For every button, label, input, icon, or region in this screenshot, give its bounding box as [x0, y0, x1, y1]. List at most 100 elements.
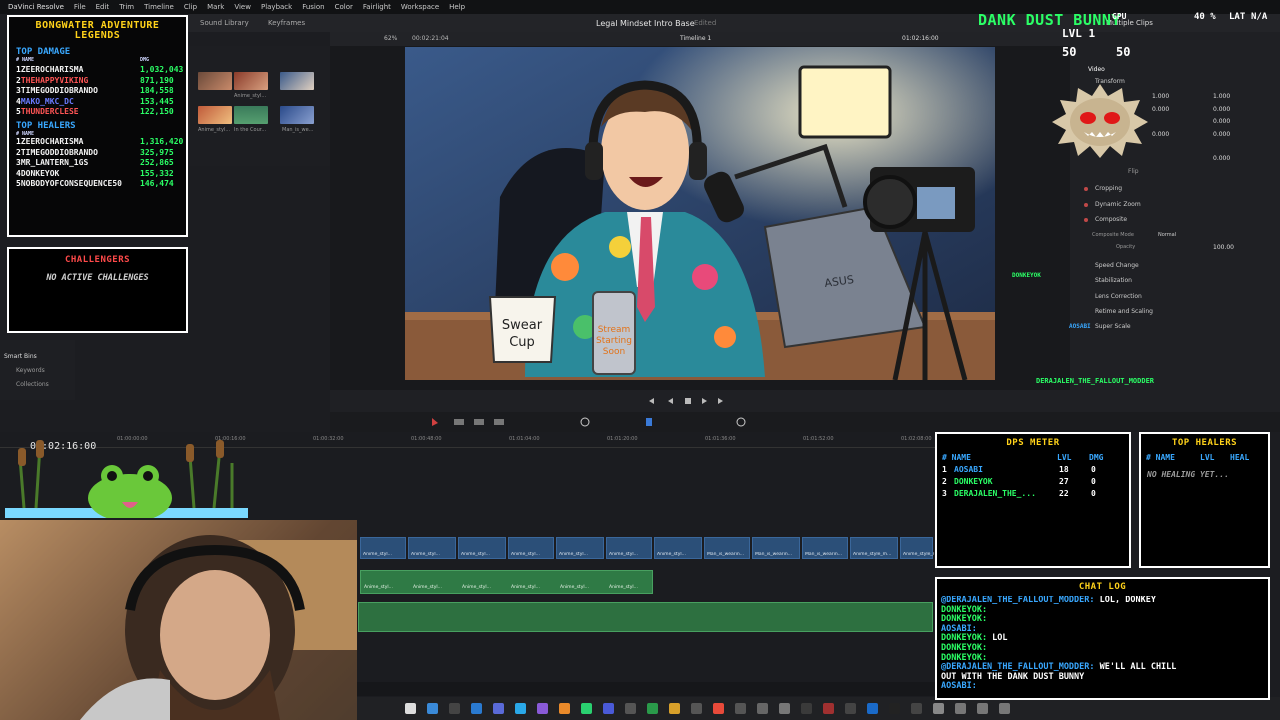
zoom-icon[interactable] [736, 417, 746, 427]
taskbar-app-icon[interactable] [801, 703, 812, 714]
cropping-section[interactable]: Cropping [1095, 185, 1122, 192]
taskbar-app-icon[interactable] [647, 703, 658, 714]
anchor-y-value[interactable]: 0.000 [1213, 131, 1230, 138]
taskbar-app-icon[interactable] [625, 703, 636, 714]
media-thumb[interactable] [234, 72, 268, 90]
video-clip[interactable]: Anime_styl... [360, 537, 406, 559]
menu-clip[interactable]: Clip [179, 3, 202, 11]
taskbar-app-icon[interactable] [757, 703, 768, 714]
anchor-x-value[interactable]: 0.000 [1152, 131, 1169, 138]
trim-tool-icon[interactable] [454, 419, 464, 425]
taskbar-app-icon[interactable] [977, 703, 988, 714]
inspector-tab-video[interactable]: Video [1088, 66, 1105, 73]
retime-scaling-section[interactable]: Retime and Scaling [1095, 308, 1153, 315]
taskbar-app-icon[interactable] [559, 703, 570, 714]
taskbar-app-icon[interactable] [779, 703, 790, 714]
taskbar-app-icon[interactable] [999, 703, 1010, 714]
menu-fairlight[interactable]: Fairlight [358, 3, 396, 11]
taskbar-app-icon[interactable] [669, 703, 680, 714]
taskbar-app-icon[interactable] [735, 703, 746, 714]
selection-tool-icon[interactable] [432, 418, 438, 426]
video-clip[interactable]: Anime_style_m... [900, 537, 934, 559]
play-icon[interactable] [702, 398, 707, 404]
taskbar-app-icon[interactable] [823, 703, 834, 714]
lens-correction-section[interactable]: Lens Correction [1095, 293, 1142, 300]
taskbar-app-icon[interactable] [713, 703, 724, 714]
taskbar-app-icon[interactable] [955, 703, 966, 714]
video-clip[interactable]: Anime_styl... [606, 537, 652, 559]
taskbar-app-icon[interactable] [427, 703, 438, 714]
play-reverse-icon[interactable] [668, 398, 673, 404]
taskbar-app-icon[interactable] [493, 703, 504, 714]
level-display: LVL 1 [1062, 27, 1096, 40]
menu-trim[interactable]: Trim [114, 3, 139, 11]
opacity-value[interactable]: 100.00 [1213, 244, 1234, 251]
speed-change-section[interactable]: Speed Change [1095, 262, 1139, 269]
position-y-value[interactable]: 0.000 [1213, 106, 1230, 113]
taskbar-app-icon[interactable] [581, 703, 592, 714]
media-thumb[interactable] [280, 72, 314, 90]
smart-bin-collections[interactable]: Collections [16, 381, 49, 388]
menu-timeline[interactable]: Timeline [139, 3, 179, 11]
taskbar-app-icon[interactable] [889, 703, 900, 714]
taskbar-app-icon[interactable] [933, 703, 944, 714]
taskbar-app-icon[interactable] [515, 703, 526, 714]
menu-help[interactable]: Help [444, 3, 470, 11]
media-thumb[interactable] [198, 72, 232, 90]
stop-icon[interactable] [685, 398, 691, 404]
taskbar-app-icon[interactable] [845, 703, 856, 714]
top-damage-header: # NAME DMG [16, 57, 186, 65]
taskbar-app-icon[interactable] [471, 703, 482, 714]
taskbar-app-icon[interactable] [449, 703, 460, 714]
sound-library-tab[interactable]: Sound Library [192, 19, 257, 27]
video-clip[interactable]: Anime_styl... [408, 537, 456, 559]
composite-mode-select[interactable]: Normal [1158, 232, 1176, 238]
start-icon[interactable] [405, 703, 416, 714]
menu-playback[interactable]: Playback [256, 3, 297, 11]
menu-workspace[interactable]: Workspace [396, 3, 444, 11]
jump-start-icon[interactable] [649, 398, 654, 404]
media-thumb[interactable] [234, 106, 268, 124]
keyframes-tab[interactable]: Keyframes [260, 19, 313, 27]
audio-clip-music[interactable] [358, 602, 933, 632]
video-clip[interactable]: Man_is_wearin... [704, 537, 750, 559]
rotation-value[interactable]: 0.000 [1213, 118, 1230, 125]
super-scale-section[interactable]: Super Scale [1095, 323, 1131, 330]
taskbar-app-icon[interactable] [537, 703, 548, 714]
zoom-x-value[interactable]: 1.000 [1152, 93, 1169, 100]
composite-section[interactable]: Composite [1095, 216, 1127, 223]
timeline-name[interactable]: Timeline 1 [680, 35, 711, 42]
snapping-icon[interactable] [580, 417, 590, 427]
audio-clip[interactable]: Anime_styl... Anime_styl... Anime_styl... A… [360, 570, 653, 594]
smart-bin-keywords[interactable]: Keywords [16, 367, 45, 374]
zoom-y-value[interactable]: 1.000 [1213, 93, 1230, 100]
dynamic-trim-icon[interactable] [474, 419, 484, 425]
taskbar-app-icon[interactable] [911, 703, 922, 714]
jump-end-icon[interactable] [718, 398, 723, 404]
pitch-value[interactable]: 0.000 [1213, 155, 1230, 162]
blade-tool-icon[interactable] [494, 419, 504, 425]
menu-view[interactable]: View [229, 3, 256, 11]
viewer-zoom[interactable]: 62% [384, 35, 397, 42]
taskbar-app-icon[interactable] [867, 703, 878, 714]
video-clip[interactable]: Anime_styl... [508, 537, 554, 559]
video-clip[interactable]: Anime_styl... [458, 537, 506, 559]
taskbar-app-icon[interactable] [603, 703, 614, 714]
video-clip[interactable]: Man_is_wearin... [752, 537, 800, 559]
video-clip[interactable]: Anime_style_m... [850, 537, 898, 559]
dynamic-zoom-section[interactable]: Dynamic Zoom [1095, 201, 1141, 208]
taskbar-app-icon[interactable] [691, 703, 702, 714]
video-clip[interactable]: Man_is_wearin... [802, 537, 848, 559]
menu-color[interactable]: Color [330, 3, 358, 11]
video-clip[interactable]: Anime_styl... [556, 537, 604, 559]
menu-file[interactable]: File [69, 3, 91, 11]
menu-edit[interactable]: Edit [91, 3, 115, 11]
menu-fusion[interactable]: Fusion [297, 3, 329, 11]
video-clip[interactable]: Anime_styl... [654, 537, 702, 559]
menu-mark[interactable]: Mark [202, 3, 229, 11]
media-thumb[interactable] [198, 106, 232, 124]
position-x-value[interactable]: 0.000 [1152, 106, 1169, 113]
flag-icon[interactable] [646, 418, 652, 426]
media-thumb[interactable] [280, 106, 314, 124]
stabilization-section[interactable]: Stabilization [1095, 277, 1132, 284]
